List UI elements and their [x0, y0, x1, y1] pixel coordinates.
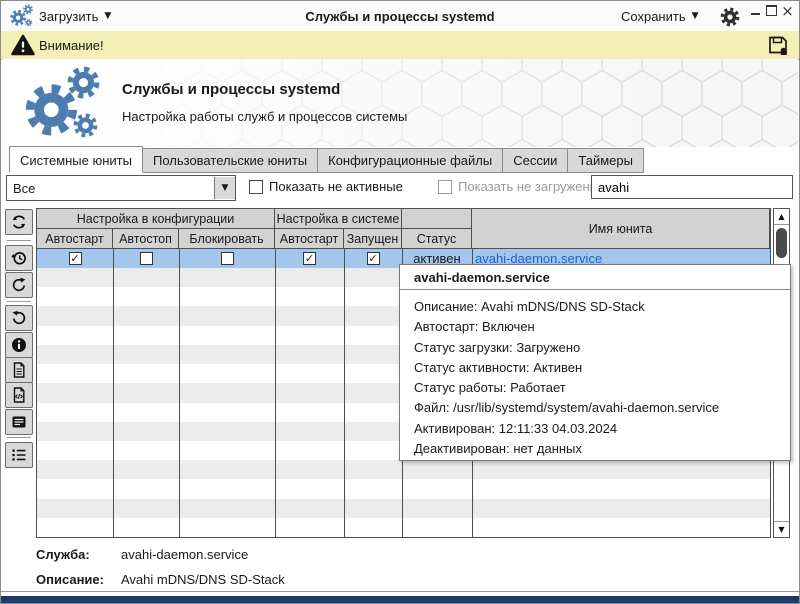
column-header-autostart-system: Автостарт: [275, 229, 344, 249]
page-header: Службы и процессы systemd Настройка рабо…: [2, 59, 798, 147]
service-value: avahi-daemon.service: [121, 547, 248, 562]
show-inactive-label[interactable]: Показать не активные: [269, 179, 403, 194]
document-icon: [10, 361, 28, 379]
toolbar-separator: [7, 301, 31, 302]
unit-file-button[interactable]: [5, 357, 33, 383]
description-label: Описание:: [36, 572, 104, 587]
toolbar-separator: [7, 240, 31, 241]
description-value: Avahi mDNS/DNS SD-Stack: [121, 572, 285, 587]
save-admin-icon[interactable]: [767, 34, 789, 56]
unit-filter-combobox[interactable]: Все ▼: [6, 175, 236, 201]
journal-button[interactable]: [5, 409, 33, 435]
show-inactive-checkbox[interactable]: [249, 180, 263, 194]
column-divider: [179, 249, 180, 537]
edit-unit-file-button[interactable]: [5, 382, 33, 408]
app-window: Загрузить ▼ Службы и процессы systemd Со…: [0, 0, 800, 604]
combobox-arrow-icon[interactable]: ▼: [214, 177, 235, 199]
tooltip-line-autostart: Автостарт: Включен: [414, 317, 790, 337]
tooltip-line-deactivated: Деактивирован: нет данных: [414, 439, 790, 459]
column-header-autostart-config: Автостарт: [37, 229, 113, 249]
group-header-system: Настройка в системе: [275, 209, 402, 229]
tooltip-line-file: Файл: /usr/lib/systemd/system/avahi-daem…: [414, 398, 790, 418]
table-row: [37, 479, 770, 498]
list-button[interactable]: [5, 442, 33, 468]
tooltip-line-activated: Активирован: 12:11:33 04.03.2024: [414, 419, 790, 439]
tab-bar: Системные юниты Пользовательские юниты К…: [9, 147, 643, 173]
minimize-button[interactable]: [748, 3, 763, 18]
show-unloaded-checkbox: [438, 180, 452, 194]
tab-config-files[interactable]: Конфигурационные файлы: [317, 148, 503, 173]
service-label: Служба:: [36, 547, 90, 562]
history-button[interactable]: [5, 245, 33, 271]
autostop-checkbox[interactable]: [140, 252, 153, 265]
save-button[interactable]: Сохранить ▼: [615, 1, 705, 31]
block-checkbox[interactable]: [221, 252, 234, 265]
refresh-button[interactable]: [5, 209, 33, 235]
redo-icon: [10, 276, 28, 294]
column-header-status: Статус: [402, 229, 472, 249]
tab-system-units[interactable]: Системные юниты: [9, 146, 143, 173]
history-clock-icon: [10, 249, 28, 267]
window-divider: [1, 591, 799, 592]
status-bar: [1, 596, 799, 603]
table-row: [37, 499, 770, 518]
refresh-icon: [10, 213, 28, 231]
column-header-running: Запущен: [344, 229, 402, 249]
save-button-label: Сохранить: [621, 9, 686, 24]
tab-timers[interactable]: Таймеры: [567, 148, 644, 173]
close-button[interactable]: ×: [780, 3, 795, 18]
log-terminal-icon: [10, 413, 28, 431]
tab-user-units[interactable]: Пользовательские юниты: [142, 148, 318, 173]
code-file-icon: [10, 386, 28, 404]
undo-button[interactable]: [5, 305, 33, 331]
undo-icon: [10, 309, 28, 327]
titlebar: Загрузить ▼ Службы и процессы systemd Со…: [1, 1, 799, 32]
scroll-up-icon[interactable]: ▲: [774, 209, 789, 225]
table-row: [37, 518, 770, 537]
warning-bar: Внимание!: [1, 31, 799, 60]
app-logo-gears: [16, 65, 112, 143]
tooltip-line-active-status: Статус активности: Активен: [414, 358, 790, 378]
column-divider: [344, 249, 345, 537]
bullet-list-icon: [10, 446, 28, 464]
tooltip-line-load-status: Статус загрузки: Загружено: [414, 338, 790, 358]
tooltip-line-description: Описание: Avahi mDNS/DNS SD-Stack: [414, 297, 790, 317]
column-divider: [275, 249, 276, 537]
running-checkbox[interactable]: ✓: [367, 252, 380, 265]
settings-gear-icon[interactable]: [719, 6, 741, 28]
table-row: [37, 460, 770, 479]
search-input[interactable]: [591, 175, 793, 199]
warning-icon: [11, 34, 35, 56]
scroll-down-icon[interactable]: ▼: [774, 521, 789, 537]
tab-sessions[interactable]: Сессии: [502, 148, 568, 173]
page-title: Службы и процессы systemd: [122, 81, 340, 98]
tooltip-title: avahi-daemon.service: [400, 265, 790, 289]
info-icon: [10, 336, 28, 354]
filter-row: Все ▼ Показать не активные Показать не з…: [1, 173, 799, 205]
autostart-system-checkbox[interactable]: ✓: [303, 252, 316, 265]
combobox-value: Все: [7, 181, 214, 196]
maximize-button[interactable]: [764, 3, 779, 18]
redo-button[interactable]: [5, 272, 33, 298]
chevron-down-icon: ▼: [692, 12, 699, 21]
toolbar-separator: [7, 437, 31, 438]
scrollbar-thumb[interactable]: [776, 228, 787, 258]
tooltip-line-run-status: Статус работы: Работает: [414, 378, 790, 398]
group-header-config: Настройка в конфигурации: [37, 209, 275, 229]
page-subtitle: Настройка работы служб и процессов систе…: [122, 109, 407, 124]
info-button[interactable]: [5, 332, 33, 358]
column-divider: [113, 249, 114, 537]
warning-text: Внимание!: [39, 31, 104, 59]
group-header-empty: [402, 209, 472, 229]
column-header-unit-name: Имя юнита: [472, 209, 770, 249]
column-header-block: Блокировать: [179, 229, 275, 249]
autostart-config-checkbox[interactable]: ✓: [69, 252, 82, 265]
column-header-autostop: Автостоп: [113, 229, 179, 249]
unit-tooltip: avahi-daemon.service Описание: Avahi mDN…: [399, 264, 791, 461]
